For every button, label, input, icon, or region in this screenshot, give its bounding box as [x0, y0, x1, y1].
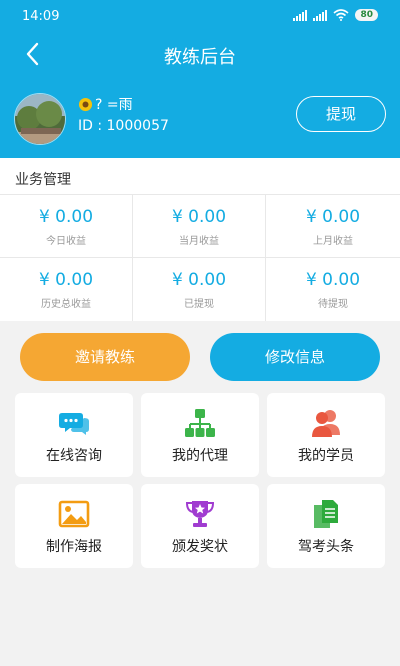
menu-label: 颁发奖状	[172, 539, 228, 555]
menu-label: 我的学员	[298, 448, 354, 464]
menu-label: 制作海报	[46, 539, 102, 555]
nickname-text: ? =雨	[95, 97, 133, 113]
wifi-icon	[333, 9, 349, 21]
stats-grid: ¥ 0.00 今日收益 ¥ 0.00 当月收益 ¥ 0.00 上月收益 ¥ 0.…	[0, 195, 400, 321]
stat-label: 当月收益	[179, 236, 219, 247]
stat-value: ¥ 0.00	[171, 270, 227, 290]
withdraw-button[interactable]: 提现	[296, 96, 386, 132]
stat-value: ¥ 0.00	[38, 270, 94, 290]
avatar[interactable]	[14, 93, 66, 145]
documents-icon	[314, 500, 338, 528]
trophy-icon	[185, 501, 215, 527]
stat-value: ¥ 0.00	[171, 207, 227, 227]
stat-label: 历史总收益	[41, 299, 91, 310]
menu-issue-certificate[interactable]: 颁发奖状	[141, 484, 259, 568]
stat-today: ¥ 0.00 今日收益	[0, 195, 133, 258]
menu-label: 我的代理	[172, 448, 228, 464]
stat-this-month: ¥ 0.00 当月收益	[133, 195, 266, 258]
stat-label: 上月收益	[313, 236, 353, 247]
menu-make-poster[interactable]: 制作海报	[15, 484, 133, 568]
stat-total: ¥ 0.00 历史总收益	[0, 258, 133, 321]
agent-tree-icon	[185, 409, 215, 437]
stat-label: 今日收益	[46, 236, 86, 247]
invite-coach-button[interactable]: 邀请教练	[20, 333, 190, 381]
menu-driving-news[interactable]: 驾考头条	[267, 484, 385, 568]
stat-value: ¥ 0.00	[38, 207, 94, 227]
user-id: ID : 1000057	[78, 118, 169, 134]
menu-online-consult[interactable]: 在线咨询	[15, 393, 133, 477]
status-icons: 80	[293, 9, 378, 21]
stat-last-month: ¥ 0.00 上月收益	[266, 195, 400, 258]
poster-image-icon	[58, 500, 90, 528]
battery-icon: 80	[355, 9, 378, 21]
stat-value: ¥ 0.00	[305, 207, 361, 227]
menu-label: 在线咨询	[46, 448, 102, 464]
menu-label: 驾考头条	[298, 539, 354, 555]
page-title: 教练后台	[164, 47, 236, 68]
edit-info-button[interactable]: 修改信息	[210, 333, 380, 381]
students-icon	[312, 410, 340, 437]
nickname: ? =雨	[78, 94, 133, 114]
status-bar: 14:09 80	[0, 0, 400, 32]
menu-my-students[interactable]: 我的学员	[267, 393, 385, 477]
signal-icon	[293, 9, 308, 21]
stat-pending: ¥ 0.00 待提现	[266, 258, 400, 321]
signal-icon-2	[313, 9, 328, 21]
header-bar: 14:09 80 教练后台 ? =雨 ID: 1000057 提现	[0, 0, 400, 158]
sunflower-icon	[78, 97, 93, 111]
chat-icon	[59, 413, 89, 435]
stat-withdrawn: ¥ 0.00 已提现	[133, 258, 266, 321]
status-time: 14:09	[22, 9, 60, 24]
menu-my-agents[interactable]: 我的代理	[141, 393, 259, 477]
stat-label: 待提现	[318, 299, 348, 310]
stat-label: 已提现	[184, 299, 214, 310]
stat-value: ¥ 0.00	[305, 270, 361, 290]
stats-title: 业务管理	[15, 172, 71, 188]
